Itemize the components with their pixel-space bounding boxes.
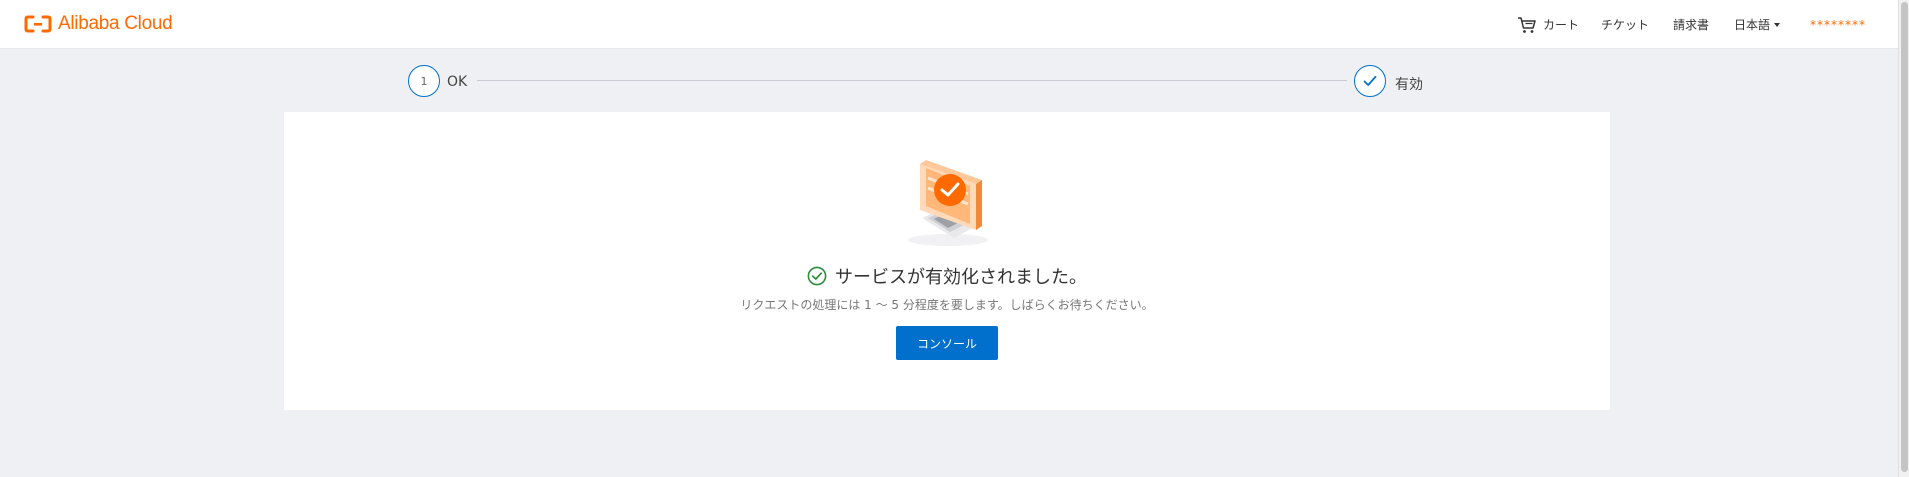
result-card: サービスが有効化されました。 リクエストの処理には 1 ～ 5 分程度を要します… [284,112,1610,410]
step-1-circle: 1 [408,65,440,97]
check-icon [1363,75,1377,86]
billing-link[interactable]: 請求書 [1673,0,1709,49]
ticket-label: チケット [1601,18,1650,32]
user-menu[interactable]: ******** [1810,0,1866,49]
step-2-label: 有効 [1395,77,1423,93]
scrollbar-thumb[interactable] [1901,2,1908,472]
console-button[interactable]: コンソール [896,326,998,360]
success-heading-row: サービスが有効化されました。 [284,263,1610,289]
ticket-link[interactable]: チケット [1601,0,1649,49]
step-1-number: 1 [420,74,428,88]
user-name: ******** [1810,17,1866,32]
step-connector-line [477,80,1347,81]
language-label: 日本語 [1734,18,1771,32]
caret-down-icon [1774,22,1781,27]
language-selector[interactable]: 日本語 [1734,0,1781,49]
top-navigation-bar: Alibaba Cloud カート チケット 請求書 日本語 ******** [0,0,1898,49]
step-1-label: OK [447,74,468,90]
success-title: サービスが有効化されました。 [835,267,1087,288]
step-2-circle [1354,65,1386,97]
alibaba-cloud-logo[interactable]: Alibaba Cloud [24,12,173,36]
success-illustration [908,160,988,246]
cart-icon [1518,16,1536,33]
billing-label: 請求書 [1673,18,1710,32]
success-check-icon [807,266,827,286]
scrollbar[interactable] [1898,0,1909,477]
success-subtitle: リクエストの処理には 1 ～ 5 分程度を要します。しばらくお待ちください。 [740,298,1154,312]
alibaba-logo-icon [24,15,52,33]
cart-link[interactable]: カート [1517,0,1579,49]
cart-label: カート [1543,18,1580,32]
logo-text: Alibaba Cloud [58,13,173,34]
